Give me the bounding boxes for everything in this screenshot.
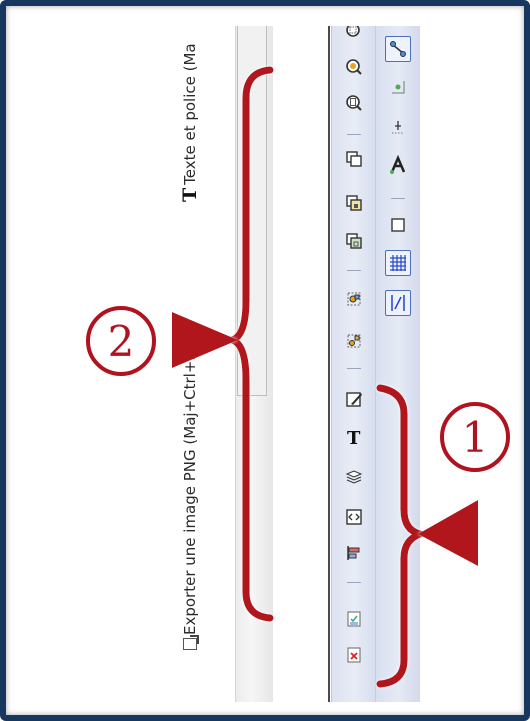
snap-toggle-icon[interactable] — [385, 36, 411, 62]
toolbar-separator — [347, 582, 361, 583]
zoom-selection-icon[interactable] — [343, 56, 365, 78]
snap-toolbar — [375, 26, 420, 702]
close-document-icon[interactable] — [343, 644, 365, 666]
snap-guide-lines-icon[interactable] — [385, 290, 411, 316]
toolbar-separator — [347, 134, 361, 135]
unlink-clone-icon[interactable] — [343, 230, 365, 252]
inkscape-screenshot: Exporter une image PNG (Maj+Ctrl+E) T Te… — [102, 26, 420, 702]
snap-grid-icon[interactable] — [385, 250, 411, 276]
toolbar-separator — [347, 368, 361, 369]
text-font-icon[interactable]: T — [343, 426, 365, 448]
toolbar-separator — [347, 270, 361, 271]
snap-page-icon[interactable] — [387, 214, 409, 236]
snap-text-icon[interactable] — [387, 154, 409, 176]
snap-guides-icon[interactable] — [387, 116, 409, 138]
status-divider — [328, 26, 330, 702]
zoom-drawing-icon[interactable] — [343, 26, 365, 42]
export-png-icon — [183, 638, 197, 650]
xml-editor-icon[interactable] — [343, 506, 365, 528]
callout-number-1: 1 — [440, 402, 510, 472]
group-icon[interactable] — [343, 288, 365, 310]
preferences-icon[interactable] — [343, 608, 365, 630]
align-distribute-icon[interactable] — [343, 542, 365, 564]
clone-icon[interactable] — [343, 192, 365, 214]
ungroup-icon[interactable] — [343, 330, 365, 352]
export-hint-label: Exporter une image PNG (Maj+Ctrl+E) — [181, 345, 199, 635]
status-bar — [273, 26, 329, 702]
duplicate-icon[interactable] — [343, 148, 365, 170]
toolbar-separator — [391, 198, 405, 199]
scrollbar-thumb[interactable] — [237, 26, 267, 396]
svg-text:T: T — [347, 428, 361, 447]
text-hint-label: Texte et police (Ma — [181, 43, 199, 185]
callout-number-2: 2 — [86, 306, 156, 376]
status-text-hint: T Texte et police (Ma — [179, 43, 201, 202]
fill-stroke-icon[interactable] — [343, 388, 365, 410]
text-tool-glyph: T — [179, 187, 201, 202]
layers-icon[interactable] — [343, 466, 365, 488]
commands-toolbar: T — [331, 26, 376, 702]
zoom-page-icon[interactable] — [343, 92, 365, 114]
snap-nodes-icon[interactable] — [387, 76, 409, 98]
status-export-hint: Exporter une image PNG (Maj+Ctrl+E) — [181, 345, 199, 650]
